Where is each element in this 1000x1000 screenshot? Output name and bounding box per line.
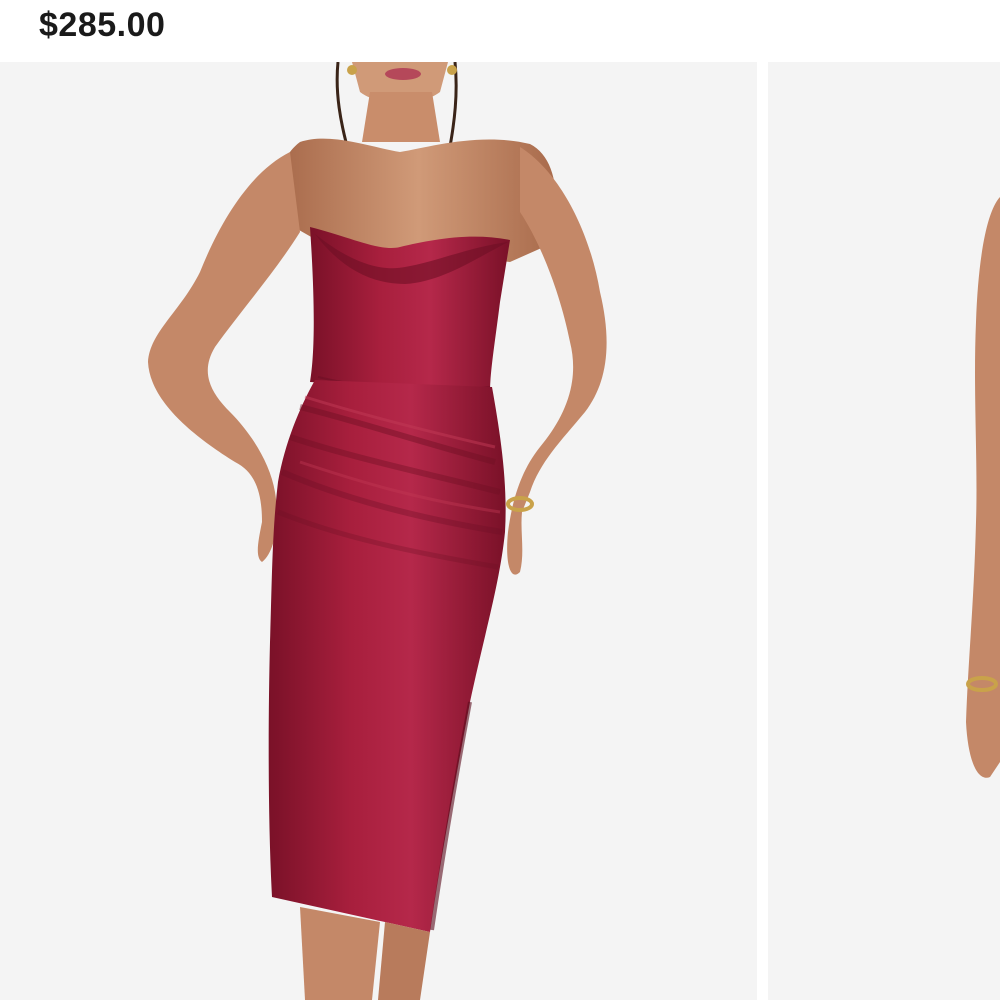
product-photo-main [148,62,607,1000]
product-photo-next [966,197,1000,778]
gallery-slide-main[interactable] [0,62,757,1000]
price-header: $285.00 [0,0,1000,62]
product-image-gallery[interactable] [0,62,1000,1000]
gallery-slide-next[interactable] [768,62,1000,1000]
product-price: $285.00 [39,6,166,44]
